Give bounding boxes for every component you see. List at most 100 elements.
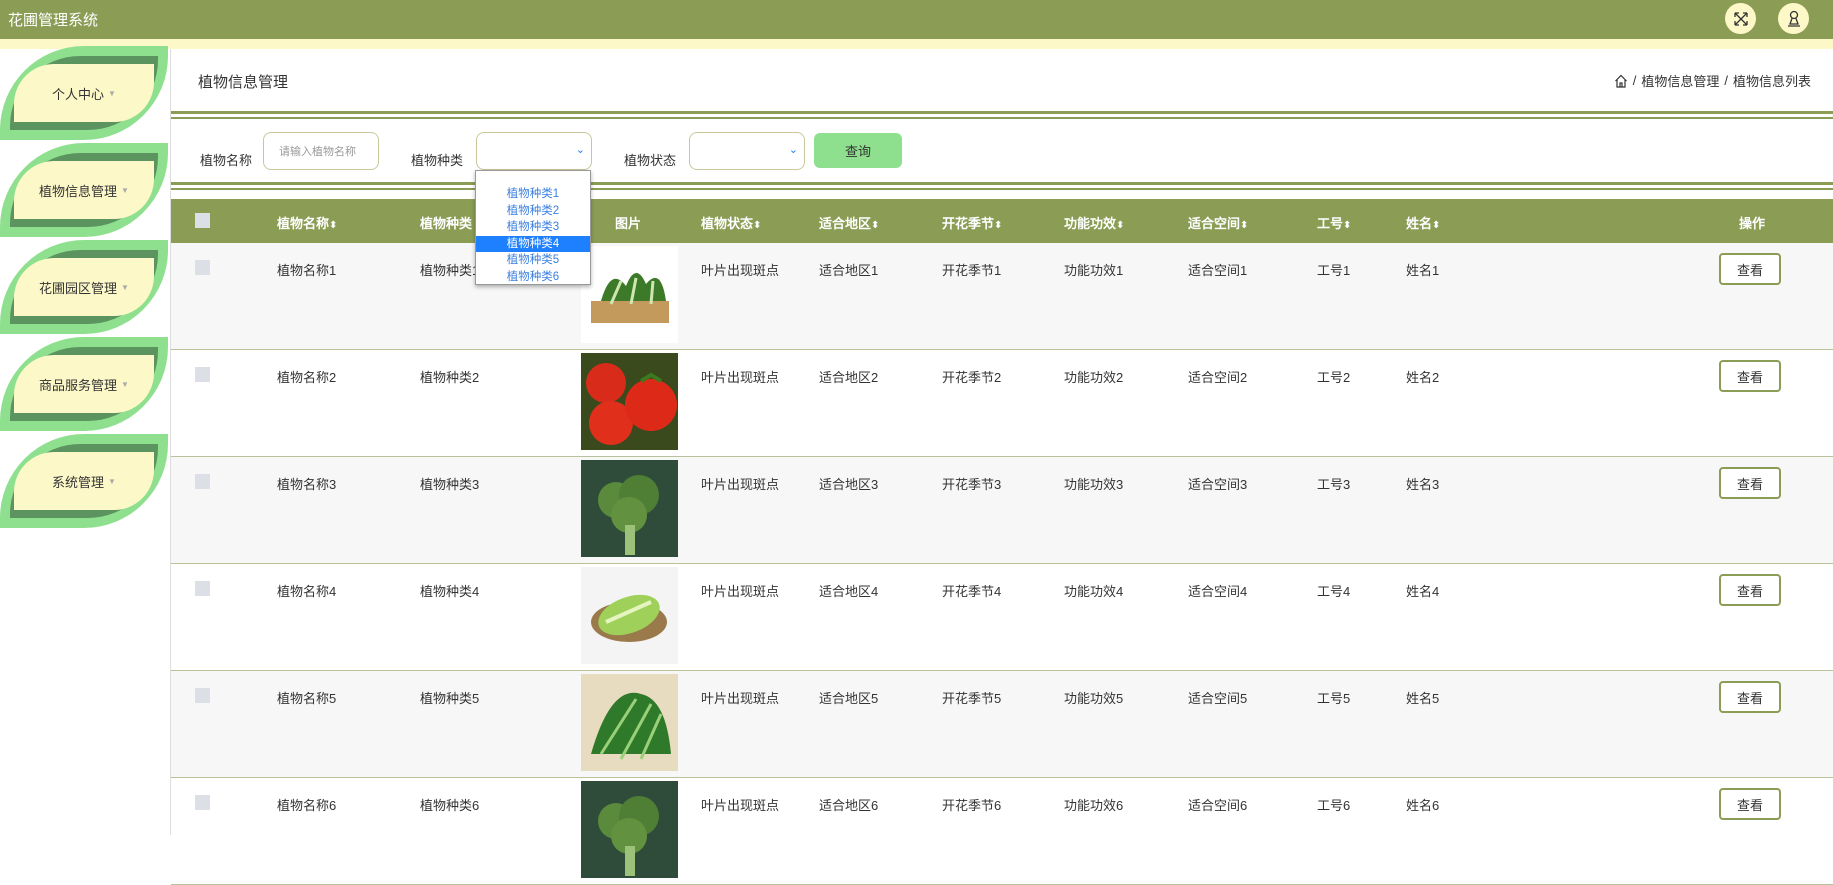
view-button[interactable]: 查看	[1719, 788, 1781, 820]
filter-bar: 植物名称 请输入植物名称 植物种类 ⌄ 植物状态 ⌄ 查询	[171, 132, 1833, 182]
sort-icon[interactable]: ⬍	[1240, 220, 1248, 231]
status-label: 植物状态	[624, 153, 677, 168]
sidebar-item[interactable]: 系统管理 ▼	[0, 434, 168, 528]
dropdown-option[interactable]: 植物种类3	[476, 219, 590, 236]
top-bar: 花圃管理系统	[0, 0, 1833, 39]
page-title: 植物信息管理	[198, 74, 289, 91]
divider	[171, 188, 1833, 190]
fullscreen-button[interactable]	[1725, 3, 1756, 34]
select-all-checkbox[interactable]	[195, 213, 210, 228]
row-checkbox[interactable]	[195, 581, 210, 596]
column-header[interactable]: 适合地区⬍	[819, 213, 879, 232]
column-header[interactable]: 植物状态⬍	[701, 213, 761, 232]
plant-status-select[interactable]: ⌄	[689, 132, 805, 170]
sidebar-item[interactable]: 植物信息管理 ▼	[0, 143, 168, 237]
table-row: 植物名称2 植物种类2 叶片出现斑点 适合地区2 开花季节2 功能功效2 适合空间2 工号2 姓…	[171, 350, 1833, 457]
cell-id: 工号6	[1317, 798, 1351, 813]
cell-type: 植物种类2	[420, 370, 480, 385]
cell-space: 适合空间6	[1188, 798, 1248, 813]
sort-icon[interactable]: ⬍	[1116, 220, 1124, 231]
cell-region: 适合地区4	[819, 584, 879, 599]
dropdown-option[interactable]: 植物种类4	[476, 235, 590, 252]
caret-down-icon: ▼	[108, 88, 116, 98]
column-header[interactable]: 功能功效⬍	[1064, 213, 1124, 232]
column-header[interactable]: 适合空间⬍	[1188, 213, 1248, 232]
breadcrumb: / 植物信息管理 / 植物信息列表	[1614, 71, 1811, 90]
sort-icon[interactable]: ⬍	[753, 220, 761, 231]
sidebar-item-label: 商品服务管理	[39, 377, 118, 393]
cell-season: 开花季节3	[942, 477, 1002, 492]
cell-space: 适合空间1	[1188, 263, 1248, 278]
plant-image	[581, 353, 678, 450]
chevron-down-icon: ⌄	[788, 144, 798, 156]
sort-icon[interactable]: ⬍	[1432, 220, 1440, 231]
sidebar-item[interactable]: 个人中心 ▼	[0, 46, 168, 140]
cell-status: 叶片出现斑点	[701, 691, 780, 706]
table-header: 植物名称⬍ 植物种类 图片 植物状态⬍ 适合地区⬍ 开花季节⬍ 功能功效⬍ 适合空间⬍ 工号⬍ 姓…	[171, 199, 1833, 243]
cell-effect: 功能功效1	[1064, 263, 1124, 278]
cell-space: 适合空间5	[1188, 691, 1248, 706]
row-checkbox[interactable]	[195, 367, 210, 382]
dropdown-option[interactable]: 植物种类1	[476, 186, 590, 203]
sort-icon[interactable]: ⬍	[994, 220, 1002, 231]
view-button[interactable]: 查看	[1719, 360, 1781, 392]
cell-status: 叶片出现斑点	[701, 370, 780, 385]
cell-id: 工号5	[1317, 691, 1351, 706]
dropdown-option[interactable]: 植物种类6	[476, 269, 590, 286]
user-button[interactable]	[1778, 3, 1809, 34]
cell-person: 姓名2	[1406, 370, 1440, 385]
table-row: 植物名称6 植物种类6 叶片出现斑点 适合地区6 开花季节6 功能功效6 适合空间6 工号6 姓…	[171, 778, 1833, 885]
sort-icon[interactable]: ⬍	[1343, 220, 1351, 231]
cell-space: 适合空间2	[1188, 370, 1248, 385]
query-button[interactable]: 查询	[814, 133, 902, 168]
breadcrumb-item[interactable]: 植物信息管理	[1641, 71, 1719, 90]
row-checkbox[interactable]	[195, 474, 210, 489]
view-button[interactable]: 查看	[1719, 574, 1781, 606]
cell-effect: 功能功效4	[1064, 584, 1124, 599]
sidebar-item-label: 系统管理	[52, 474, 105, 490]
column-header[interactable]: 开花季节⬍	[942, 213, 1002, 232]
plant-name-input[interactable]: 请输入植物名称	[263, 132, 379, 170]
column-header[interactable]: 姓名⬍	[1406, 213, 1440, 232]
column-header[interactable]: 工号⬍	[1317, 213, 1351, 232]
cell-id: 工号1	[1317, 263, 1351, 278]
plant-table: 植物名称⬍ 植物种类 图片 植物状态⬍ 适合地区⬍ 开花季节⬍ 功能功效⬍ 适合空间⬍ 工号⬍ 姓…	[171, 199, 1833, 885]
cell-name: 植物名称5	[277, 691, 337, 706]
cell-space: 适合空间4	[1188, 584, 1248, 599]
view-button[interactable]: 查看	[1719, 467, 1781, 499]
dropdown-option[interactable]: 植物种类2	[476, 203, 590, 220]
view-button[interactable]: 查看	[1719, 681, 1781, 713]
row-checkbox[interactable]	[195, 688, 210, 703]
view-button[interactable]: 查看	[1719, 253, 1781, 285]
sidebar-item-pill: 个人中心 ▼	[14, 64, 154, 122]
column-header[interactable]: 植物名称⬍	[277, 213, 337, 232]
breadcrumb-separator: /	[1724, 73, 1728, 88]
cell-effect: 功能功效6	[1064, 798, 1124, 813]
plant-type-select[interactable]: ⌄	[476, 132, 592, 170]
home-icon[interactable]	[1614, 74, 1628, 88]
plant-image	[581, 674, 678, 771]
chevron-down-icon: ⌄	[575, 144, 585, 156]
cell-region: 适合地区2	[819, 370, 879, 385]
cell-status: 叶片出现斑点	[701, 263, 780, 278]
sidebar-item[interactable]: 花圃园区管理 ▼	[0, 240, 168, 334]
sort-icon[interactable]: ⬍	[329, 220, 337, 231]
cell-person: 姓名6	[1406, 798, 1440, 813]
cell-person: 姓名5	[1406, 691, 1440, 706]
cell-status: 叶片出现斑点	[701, 798, 780, 813]
divider	[171, 182, 1833, 185]
cell-season: 开花季节6	[942, 798, 1002, 813]
plant-type-dropdown: 植物种类1 植物种类2 植物种类3 植物种类4 植物种类5 植物种类6	[475, 170, 591, 285]
row-checkbox[interactable]	[195, 795, 210, 810]
row-checkbox[interactable]	[195, 260, 210, 275]
plant-image	[581, 246, 678, 343]
cell-status: 叶片出现斑点	[701, 584, 780, 599]
caret-down-icon: ▼	[121, 282, 129, 292]
sidebar-item[interactable]: 商品服务管理 ▼	[0, 337, 168, 431]
sort-icon[interactable]: ⬍	[871, 220, 879, 231]
dropdown-option[interactable]: 植物种类5	[476, 252, 590, 269]
column-header[interactable]: 植物种类	[420, 213, 472, 232]
cell-type: 植物种类1	[420, 263, 480, 278]
cell-person: 姓名3	[1406, 477, 1440, 492]
sidebar-item-pill: 商品服务管理 ▼	[14, 355, 154, 413]
